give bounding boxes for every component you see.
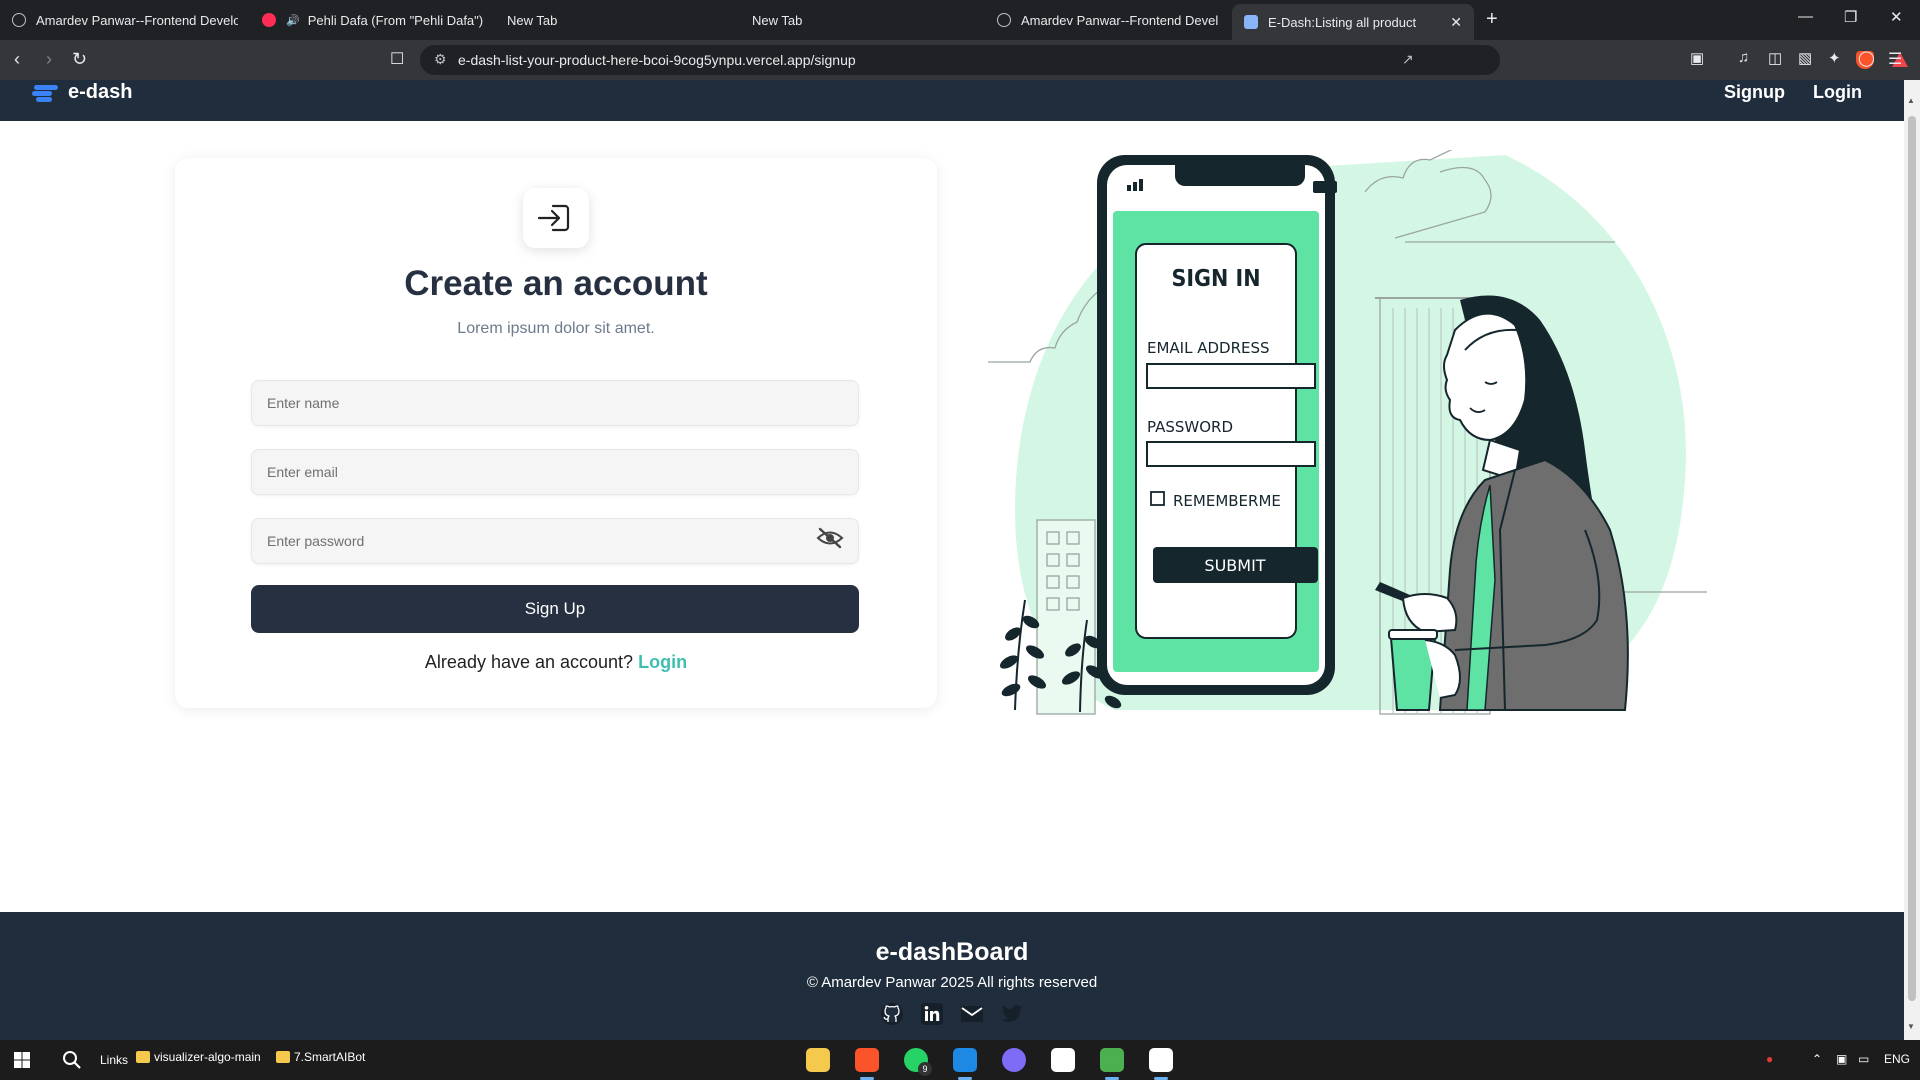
globe-icon (12, 13, 26, 27)
globe-icon (997, 13, 1011, 27)
nav-signup-link[interactable]: Signup (1724, 82, 1785, 103)
browser-toolbar: ‹ › ↻ ☐ ⚙ e-dash-list-your-product-here-… (0, 40, 1920, 80)
leo-ai-icon[interactable]: ✦ (1828, 49, 1841, 67)
screenshot-icon[interactable]: ▣ (1690, 49, 1704, 67)
tab-title: Pehli Dafa (From "Pehli Dafa") - YouTube (307, 12, 483, 28)
menu-icon[interactable]: ☰ (1888, 49, 1902, 69)
language-indicator[interactable]: ENG (1884, 1052, 1910, 1066)
windows-taskbar: Links visualizer-algo-main 7.SmartAIBot … (0, 1040, 1920, 1080)
tray-chevron-icon[interactable]: ⌃ (1812, 1052, 1822, 1066)
tab-title: E-Dash:Listing all product (1268, 14, 1417, 30)
search-icon[interactable] (62, 1050, 82, 1070)
folder-icon (136, 1051, 150, 1063)
tab-title: Amardev Panwar--Frontend Developer (1021, 12, 1218, 28)
speaker-icon[interactable]: 🔊 (286, 14, 300, 27)
illustration-email-label: EMAIL ADDRESS (1147, 339, 1270, 357)
address-bar[interactable]: ⚙ e-dash-list-your-product-here-bcoi-9co… (420, 45, 1908, 75)
notion-icon[interactable] (1051, 1048, 1075, 1072)
login-arrow-icon (537, 204, 570, 232)
app-navbar: e-dash Signup Login (0, 80, 1904, 121)
footer-copyright: © Amardev Panwar 2025 All rights reserve… (806, 974, 1098, 991)
login-prompt: Already have an account? Login (175, 652, 937, 673)
footer-title: e-dashBoard (875, 938, 1029, 966)
scrollbar-thumb[interactable] (1908, 116, 1916, 1001)
name-input[interactable] (251, 380, 859, 426)
eye-off-icon[interactable] (815, 526, 845, 550)
scroll-down-icon[interactable]: ▼ (1907, 1022, 1915, 1031)
sidebar-icon[interactable]: ◫ (1768, 49, 1782, 67)
folder-icon (276, 1051, 290, 1063)
password-input[interactable] (251, 518, 859, 564)
utorrent-icon[interactable] (1100, 1048, 1124, 1080)
tab-title: New Tab (507, 12, 558, 28)
notion-icon[interactable] (1149, 1048, 1173, 1080)
new-tab-button[interactable]: + (1486, 8, 1498, 31)
sign-up-button[interactable]: Sign Up (251, 585, 859, 633)
windows-start-icon[interactable] (14, 1052, 30, 1068)
copilot-icon[interactable] (1002, 1048, 1026, 1072)
battery-icon[interactable]: ▭ (1858, 1052, 1869, 1066)
page-icon (1244, 15, 1258, 29)
footer: e-dashBoard © Amardev Panwar 2025 All ri… (0, 912, 1904, 1040)
whatsapp-badge: 9 (918, 1062, 932, 1076)
mail-icon[interactable] (960, 1002, 984, 1026)
close-tab-icon[interactable]: ✕ (1450, 14, 1462, 31)
browser-tab[interactable]: New Tab (740, 0, 985, 40)
address-url: e-dash-list-your-product-here-bcoi-9cog5… (458, 52, 856, 68)
tab-title: Amardev Panwar--Frontend Developer (36, 12, 238, 28)
social-links (0, 1002, 1904, 1026)
scroll-up-icon[interactable]: ▲ (1907, 96, 1915, 105)
wallet-icon[interactable]: ▧ (1798, 49, 1812, 67)
signin-icon-box (523, 188, 589, 248)
browser-tab[interactable]: Amardev Panwar--Frontend Developer (985, 0, 1230, 40)
login-prompt-text: Already have an account? (424, 652, 634, 672)
restore-button[interactable]: ❐ (1844, 8, 1857, 26)
brand[interactable]: e-dash (32, 81, 132, 104)
back-icon[interactable]: ‹ (14, 49, 20, 70)
brand-name: e-dash (68, 81, 133, 103)
illustration-submit-label: SUBMIT (1204, 556, 1265, 575)
page-scrollbar[interactable]: ▲ ▼ (1904, 80, 1920, 1040)
brave-browser-icon[interactable] (855, 1048, 879, 1080)
reload-icon[interactable]: ↻ (72, 49, 87, 70)
share-icon[interactable]: ↗ (1402, 51, 1414, 68)
browser-tab[interactable]: New Tab (495, 0, 740, 40)
illustration-password-label: PASSWORD (1147, 418, 1233, 436)
illustration-remember-label: REMEMBERME (1173, 492, 1281, 510)
browser-tab-strip: Amardev Panwar--Frontend Developer 🔊 Peh… (0, 0, 1920, 40)
browser-tab[interactable]: 🔊 Pehli Dafa (From "Pehli Dafa") - YouTu… (250, 0, 495, 40)
forward-icon[interactable]: › (46, 49, 52, 70)
close-window-button[interactable]: ✕ (1890, 8, 1903, 26)
illustration-heading: SIGN IN (1171, 266, 1260, 292)
folder-link[interactable]: 7.SmartAIBot (276, 1050, 365, 1064)
media-icon[interactable]: ♫ (1738, 49, 1749, 66)
nba-icon[interactable]: ● (1766, 1052, 1773, 1066)
linkedin-icon[interactable] (920, 1002, 944, 1026)
signin-illustration: SIGN IN EMAIL ADDRESS PASSWORD REMEMBERM… (988, 150, 1707, 715)
folder-link[interactable]: visualizer-algo-main (136, 1050, 261, 1064)
whatsapp-icon[interactable]: 9 (904, 1048, 932, 1076)
vpn-icon[interactable]: ◯ (1858, 49, 1875, 67)
github-icon[interactable] (880, 1002, 904, 1026)
bookmark-icon[interactable]: ☐ (390, 49, 404, 69)
youtube-icon (262, 13, 276, 27)
camera-icon[interactable]: ▣ (1836, 1052, 1847, 1066)
links-toolbar-label[interactable]: Links (100, 1053, 128, 1067)
browser-tab[interactable]: Amardev Panwar--Frontend Developer (0, 0, 250, 40)
page-title: Create an account (404, 264, 708, 303)
brand-logo-icon (32, 84, 58, 102)
minimize-button[interactable]: — (1798, 8, 1813, 25)
nav-login-link[interactable]: Login (1813, 82, 1862, 103)
page-subtitle: Lorem ipsum dolor sit amet. (457, 320, 655, 337)
vscode-icon[interactable] (953, 1048, 977, 1080)
signup-card: Create an account Lorem ipsum dolor sit … (175, 158, 937, 708)
file-explorer-icon[interactable] (806, 1048, 830, 1072)
twitter-icon[interactable] (1000, 1002, 1024, 1026)
login-link[interactable]: Login (638, 652, 687, 672)
email-input[interactable] (251, 449, 859, 495)
browser-tab-active[interactable]: E-Dash:Listing all product ✕ (1232, 4, 1474, 40)
site-settings-icon[interactable]: ⚙ (434, 51, 447, 68)
tab-title: New Tab (752, 12, 803, 28)
